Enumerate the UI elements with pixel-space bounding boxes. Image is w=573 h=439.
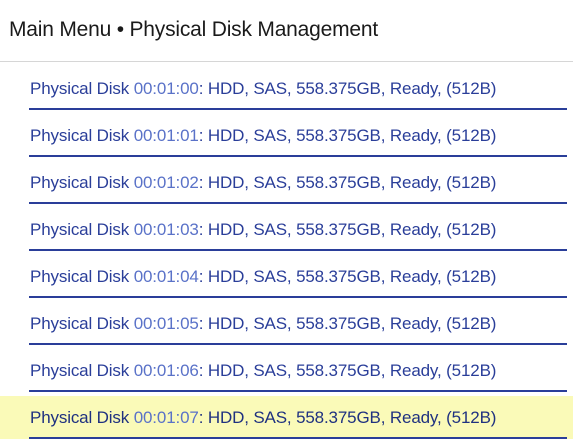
disk-list-item-4[interactable]: Physical Disk 00:01:04: HDD, SAS, 558.37… [0, 255, 573, 302]
disk-link-label: Physical Disk 00:01:04: HDD, SAS, 558.37… [30, 267, 496, 287]
row-underline [29, 108, 567, 110]
disk-link-label: Physical Disk 00:01:06: HDD, SAS, 558.37… [30, 361, 496, 381]
row-underline [29, 202, 567, 204]
disk-prefix: Physical Disk [30, 126, 134, 145]
row-underline [29, 390, 567, 392]
disk-link-label: Physical Disk 00:01:00: HDD, SAS, 558.37… [30, 79, 496, 99]
disk-id: 00:01:03 [133, 220, 199, 239]
disk-details: : HDD, SAS, 558.375GB, Ready, (512B) [198, 126, 497, 145]
disk-list-item-5[interactable]: Physical Disk 00:01:05: HDD, SAS, 558.37… [0, 302, 573, 349]
disk-link-label: Physical Disk 00:01:02: HDD, SAS, 558.37… [30, 173, 496, 193]
disk-details: : HDD, SAS, 558.375GB, Ready, (512B) [198, 361, 497, 380]
disk-details: : HDD, SAS, 558.375GB, Ready, (512B) [198, 220, 497, 239]
disk-list-item-0[interactable]: Physical Disk 00:01:00: HDD, SAS, 558.37… [0, 67, 573, 114]
disk-prefix: Physical Disk [30, 408, 134, 427]
disk-list-item-1[interactable]: Physical Disk 00:01:01: HDD, SAS, 558.37… [0, 114, 573, 161]
disk-id: 00:01:04 [133, 267, 199, 286]
disk-details: : HDD, SAS, 558.375GB, Ready, (512B) [198, 314, 497, 333]
disk-details: : HDD, SAS, 558.375GB, Ready, (512B) [198, 173, 497, 192]
disk-link-label: Physical Disk 00:01:01: HDD, SAS, 558.37… [30, 126, 496, 146]
disk-list-item-7[interactable]: Physical Disk 00:01:07: HDD, SAS, 558.37… [0, 396, 573, 439]
disk-link-label: Physical Disk 00:01:07: HDD, SAS, 558.37… [30, 408, 496, 428]
disk-details: : HDD, SAS, 558.375GB, Ready, (512B) [198, 408, 497, 427]
page-title: Main Menu • Physical Disk Management [9, 18, 378, 41]
disk-prefix: Physical Disk [30, 220, 134, 239]
page-header: Main Menu • Physical Disk Management [0, 0, 573, 62]
physical-disk-list: Physical Disk 00:01:00: HDD, SAS, 558.37… [0, 67, 573, 439]
disk-id: 00:01:02 [133, 173, 199, 192]
disk-id: 00:01:00 [133, 79, 199, 98]
disk-list-item-2[interactable]: Physical Disk 00:01:02: HDD, SAS, 558.37… [0, 161, 573, 208]
disk-list-item-6[interactable]: Physical Disk 00:01:06: HDD, SAS, 558.37… [0, 349, 573, 396]
row-underline [29, 249, 567, 251]
disk-id: 00:01:06 [133, 361, 199, 380]
disk-id: 00:01:05 [133, 314, 199, 333]
row-underline [29, 343, 567, 345]
disk-details: : HDD, SAS, 558.375GB, Ready, (512B) [198, 79, 497, 98]
disk-prefix: Physical Disk [30, 267, 134, 286]
disk-link-label: Physical Disk 00:01:05: HDD, SAS, 558.37… [30, 314, 496, 334]
row-underline [29, 437, 567, 439]
disk-id: 00:01:01 [133, 126, 199, 145]
disk-prefix: Physical Disk [30, 314, 134, 333]
disk-details: : HDD, SAS, 558.375GB, Ready, (512B) [198, 267, 497, 286]
disk-prefix: Physical Disk [30, 79, 134, 98]
disk-prefix: Physical Disk [30, 173, 134, 192]
disk-prefix: Physical Disk [30, 361, 134, 380]
row-underline [29, 155, 567, 157]
disk-list-item-3[interactable]: Physical Disk 00:01:03: HDD, SAS, 558.37… [0, 208, 573, 255]
row-underline [29, 296, 567, 298]
disk-link-label: Physical Disk 00:01:03: HDD, SAS, 558.37… [30, 220, 496, 240]
disk-id: 00:01:07 [133, 408, 199, 427]
